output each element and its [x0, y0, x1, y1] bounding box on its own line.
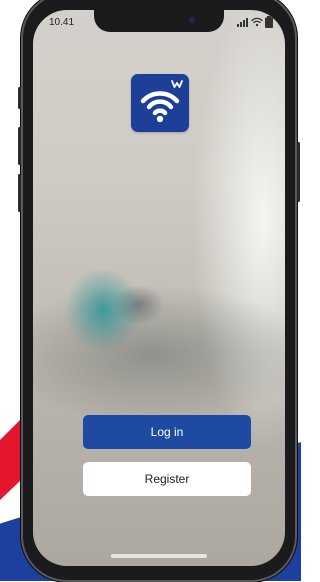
wifi-logo-icon	[140, 80, 183, 123]
notch	[94, 10, 224, 32]
status-icons	[237, 16, 273, 28]
mute-switch	[18, 87, 21, 109]
app-logo	[131, 74, 189, 132]
battery-icon	[265, 16, 273, 28]
status-time: 10.41	[49, 17, 75, 28]
volume-down-button	[18, 174, 21, 212]
login-button[interactable]: Log in	[83, 415, 251, 449]
app-screen: 10.41 Log in Register	[33, 10, 285, 566]
register-button-label: Register	[144, 472, 190, 486]
front-camera	[189, 17, 195, 23]
wifi-icon	[251, 17, 263, 27]
power-button	[297, 142, 300, 202]
home-indicator	[111, 554, 207, 558]
signal-icon	[237, 17, 248, 27]
volume-up-button	[18, 127, 21, 165]
phone-frame: 10.41 Log in Register	[18, 0, 300, 582]
register-button[interactable]: Register	[83, 462, 251, 496]
login-button-label: Log in	[150, 425, 184, 439]
